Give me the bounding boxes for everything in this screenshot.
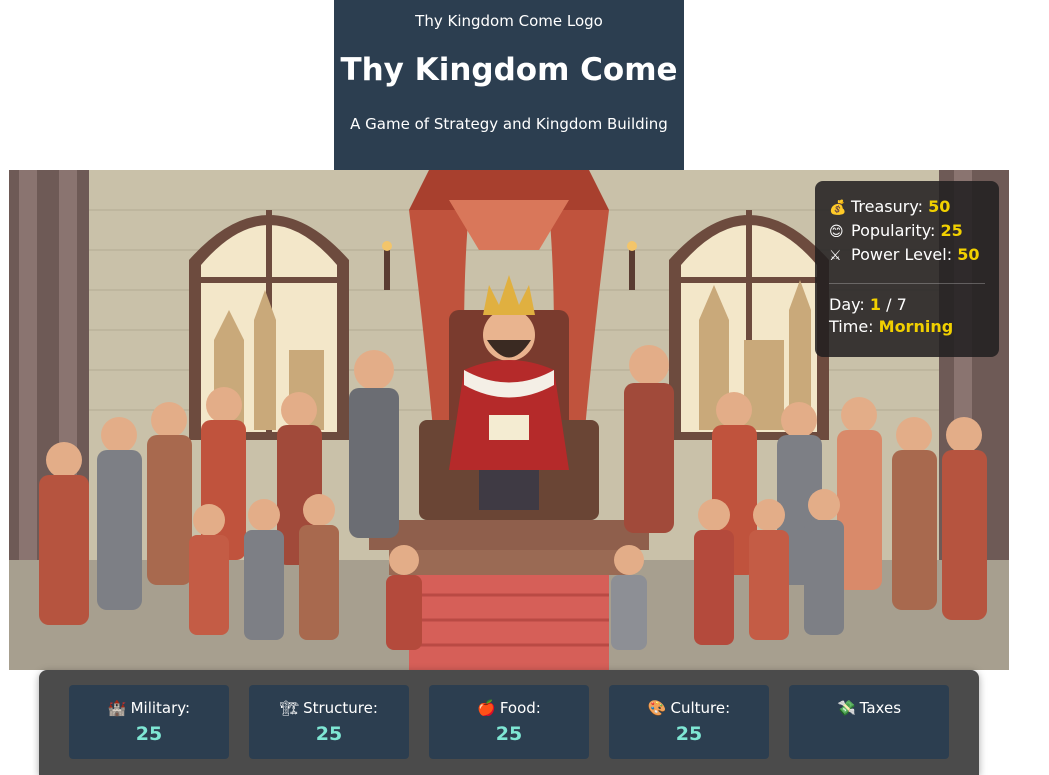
- kingdom-stats-panel: 💰 Treasury: 50 😊 Popularity: 25 ⚔ Power Lev…: [815, 181, 999, 357]
- culture-label: Culture:: [670, 699, 731, 717]
- game-header: Thy Kingdom Come Logo Thy Kingdom Come A…: [334, 0, 684, 170]
- culture-value: 25: [675, 723, 703, 745]
- crossed-swords-icon: ⚔: [829, 248, 842, 264]
- food-value: 25: [495, 723, 523, 745]
- construction-icon: 🏗: [280, 699, 300, 717]
- treasury-label: Treasury:: [851, 197, 924, 216]
- military-value: 25: [135, 723, 163, 745]
- power-level-label: Power Level:: [851, 245, 953, 264]
- popularity-stat: 😊 Popularity: 25: [829, 219, 985, 243]
- day-current: 1: [869, 295, 882, 314]
- time-value: Morning: [878, 317, 954, 336]
- game-title: Thy Kingdom Come: [340, 52, 678, 88]
- apple-icon: 🍎: [477, 699, 496, 717]
- castle-icon: 🏰: [107, 699, 127, 717]
- game-subtitle: A Game of Strategy and Kingdom Building: [350, 115, 668, 133]
- taxes-label: Taxes: [859, 699, 902, 717]
- stats-divider: [829, 283, 985, 284]
- game-page: Thy Kingdom Come Logo Thy Kingdom Come A…: [0, 0, 1049, 775]
- money-wings-icon: 💸: [836, 699, 856, 717]
- popularity-label: Popularity:: [851, 221, 936, 240]
- day-separator: /: [886, 295, 892, 314]
- treasury-value: 50: [928, 197, 951, 216]
- money-bag-icon: 💰: [829, 200, 847, 216]
- popularity-value: 25: [940, 221, 963, 240]
- power-level-stat: ⚔ Power Level: 50: [829, 243, 985, 267]
- day-counter: Day: 1 / 7: [829, 294, 985, 316]
- power-level-value: 50: [957, 245, 980, 264]
- structure-card[interactable]: 🏗 Structure: 25: [249, 685, 409, 759]
- time-label: Time:: [829, 317, 874, 336]
- structure-value: 25: [315, 723, 343, 745]
- food-card[interactable]: 🍎 Food: 25: [429, 685, 589, 759]
- day-label: Day:: [829, 295, 865, 314]
- military-card[interactable]: 🏰 Military: 25: [69, 685, 229, 759]
- action-bar: 🏰 Military: 25 🏗 Structure: 25 🍎 Food: 25 🎨…: [39, 670, 979, 775]
- military-label: Military:: [130, 699, 191, 717]
- structure-label: Structure:: [303, 699, 378, 717]
- culture-card[interactable]: 🎨 Culture: 25: [609, 685, 769, 759]
- treasury-stat: 💰 Treasury: 50: [829, 195, 985, 219]
- logo: Thy Kingdom Come Logo: [415, 12, 603, 30]
- taxes-button[interactable]: 💸 Taxes: [789, 685, 949, 759]
- day-total: 7: [896, 295, 907, 314]
- smiley-icon: 😊: [829, 224, 844, 240]
- food-label: Food:: [499, 699, 541, 717]
- palette-icon: 🎨: [647, 699, 667, 717]
- time-of-day: Time: Morning: [829, 316, 985, 338]
